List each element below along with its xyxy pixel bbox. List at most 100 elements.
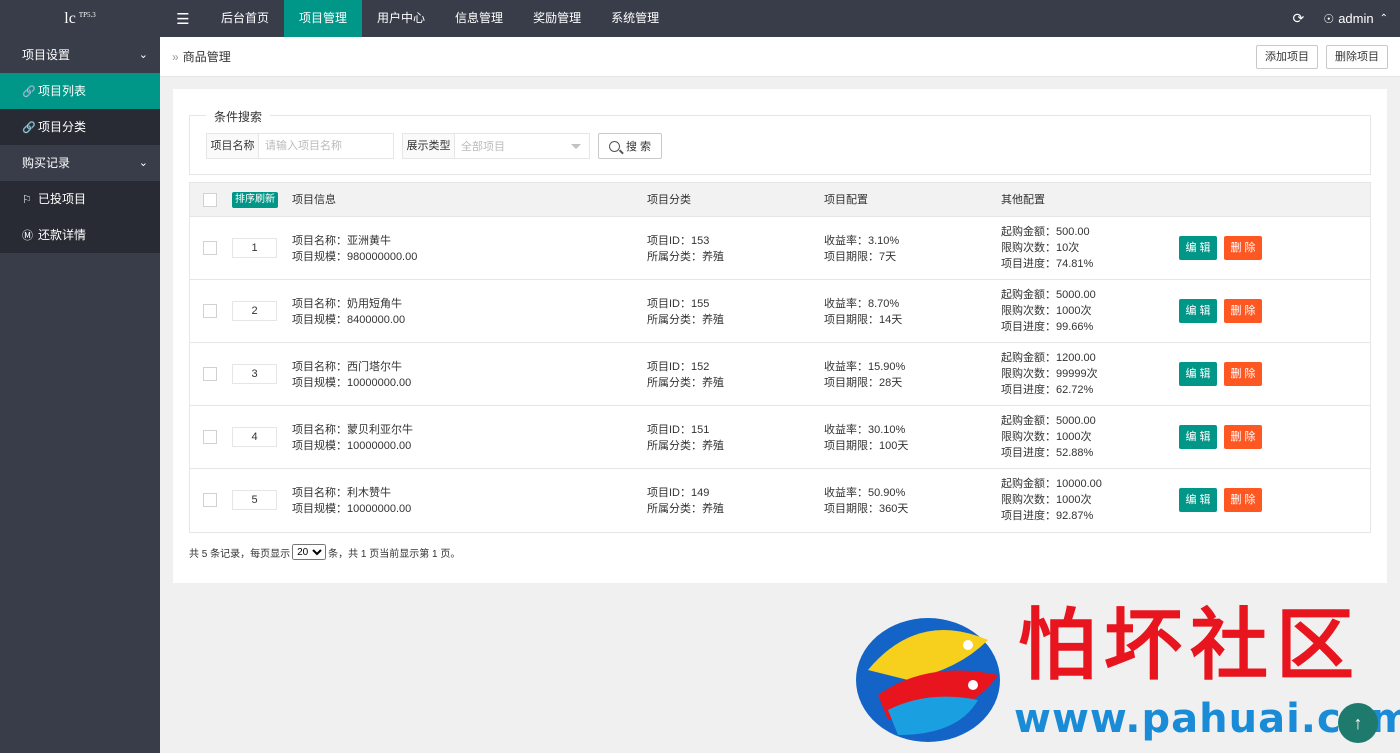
- sort-order-input[interactable]: [232, 301, 277, 321]
- edit-button[interactable]: 编 辑: [1179, 236, 1217, 260]
- logo[interactable]: lc TP5.3: [0, 0, 160, 37]
- row-checkbox[interactable]: [203, 493, 217, 507]
- nav-item-home[interactable]: 后台首页: [206, 0, 284, 37]
- project-name-input[interactable]: [259, 134, 393, 158]
- table-row: 项目名称：西门塔尔牛项目规模：10000000.00 项目ID：152 所属分类：养…: [190, 343, 1370, 406]
- double-chevron-right-icon: »: [172, 49, 179, 64]
- project-scale: 项目规模：980000000.00: [292, 251, 418, 263]
- nav-item-users[interactable]: 用户中心: [362, 0, 440, 37]
- header-other: 其他配置: [1001, 194, 1045, 206]
- floating-action-button[interactable]: ↑: [1338, 703, 1378, 743]
- project-config-cell: 收益率：8.70% 项目期限：14天: [824, 296, 902, 328]
- sort-order-input[interactable]: [232, 490, 277, 510]
- table-row: 项目名称：利木赞牛项目规模：10000000.00 项目ID：149 所属分类：养殖…: [190, 469, 1370, 532]
- menu-toggle-icon[interactable]: ☰: [160, 0, 206, 37]
- user-name: admin: [1338, 11, 1374, 26]
- sidebar-item-repayment-details[interactable]: Ⓜ 还款详情: [0, 217, 160, 253]
- table-row: 项目名称：亚洲黄牛项目规模：980000000.00 项目ID：153 所属分类：养…: [190, 217, 1370, 280]
- link-icon: 🔗: [22, 122, 36, 134]
- min-purchase: 起购金额：500.00: [1001, 226, 1090, 238]
- purchase-limit: 限购次数：99999次: [1001, 368, 1098, 380]
- project-period: 项目期限：14天: [824, 314, 903, 326]
- display-type-select[interactable]: 全部项目: [455, 134, 589, 158]
- row-checkbox[interactable]: [203, 241, 217, 255]
- delete-button[interactable]: 删 除: [1224, 362, 1262, 386]
- purchase-limit: 限购次数：1000次: [1001, 494, 1092, 506]
- header-config: 项目配置: [824, 194, 868, 206]
- return-rate: 收益率：15.90%: [824, 361, 906, 373]
- sort-refresh-button[interactable]: 排序刷新: [232, 192, 278, 208]
- chevron-up-icon: ⌃: [1379, 13, 1388, 24]
- table-header: 排序刷新 项目信息 项目分类 项目配置 其他配置: [190, 183, 1370, 217]
- search-row: 项目名称 展示类型 全部项目 搜 索: [206, 133, 663, 159]
- row-checkbox[interactable]: [203, 367, 217, 381]
- sidebar-item-project-category[interactable]: 🔗 项目分类: [0, 109, 160, 145]
- other-config-cell: 起购金额：5000.00 限购次数：1000次 项目进度：99.66%: [1001, 287, 1096, 335]
- flag-icon: ⚐: [22, 194, 32, 206]
- edit-button[interactable]: 编 辑: [1179, 488, 1217, 512]
- delete-project-button[interactable]: 删除项目: [1326, 44, 1388, 69]
- select-all-checkbox[interactable]: [203, 193, 217, 207]
- project-scale: 项目规模：10000000.00: [292, 503, 412, 515]
- row-checkbox[interactable]: [203, 430, 217, 444]
- purchase-limit: 限购次数：10次: [1001, 242, 1080, 254]
- delete-button[interactable]: 删 除: [1224, 299, 1262, 323]
- project-config-cell: 收益率：15.90% 项目期限：28天: [824, 359, 905, 391]
- return-rate: 收益率：8.70%: [824, 298, 900, 310]
- edit-button[interactable]: 编 辑: [1179, 425, 1217, 449]
- project-period: 项目期限：360天: [824, 503, 909, 515]
- chevron-down-icon: ⌄: [138, 157, 148, 169]
- user-menu[interactable]: ☉ admin ⌃: [1323, 11, 1400, 26]
- sidebar-group-project-settings[interactable]: 项目设置 ⌄: [0, 37, 160, 73]
- sidebar: 项目设置 ⌄ 🔗 项目列表 🔗 项目分类 购买记录 ⌄ ⚐ 已投项目 Ⓜ 还款详情: [0, 37, 160, 753]
- delete-button[interactable]: 删 除: [1224, 425, 1262, 449]
- purchase-limit: 限购次数：1000次: [1001, 431, 1092, 443]
- sort-order-input[interactable]: [232, 427, 277, 447]
- edit-button[interactable]: 编 辑: [1179, 362, 1217, 386]
- search-button[interactable]: 搜 索: [598, 133, 663, 159]
- delete-button[interactable]: 删 除: [1224, 236, 1262, 260]
- sort-order-input[interactable]: [232, 238, 277, 258]
- purchase-limit: 限购次数：1000次: [1001, 305, 1092, 317]
- project-config-cell: 收益率：30.10% 项目期限：100天: [824, 422, 908, 454]
- pager-prefix: 共 5 条记录，每页显示: [189, 548, 291, 560]
- pager-suffix: 条，共 1 页当前显示第 1 页。: [328, 548, 461, 560]
- project-name: 项目名称：蒙贝利亚尔牛: [292, 424, 413, 436]
- other-config-cell: 起购金额：5000.00 限购次数：1000次 项目进度：52.88%: [1001, 413, 1096, 461]
- delete-button[interactable]: 删 除: [1224, 488, 1262, 512]
- top-bar: lc TP5.3 ☰ 后台首页 项目管理 用户中心 信息管理 奖励管理 系统管理 …: [0, 0, 1400, 37]
- sidebar-group-label: 项目设置: [22, 48, 71, 62]
- project-name-field: 项目名称: [206, 133, 394, 159]
- edit-button[interactable]: 编 辑: [1179, 299, 1217, 323]
- sidebar-item-project-list[interactable]: 🔗 项目列表: [0, 73, 160, 109]
- row-checkbox[interactable]: [203, 304, 217, 318]
- project-info-cell: 项目名称：西门塔尔牛 项目规模：10000000.00: [292, 359, 411, 391]
- nav-item-projects[interactable]: 项目管理: [284, 0, 363, 37]
- project-progress: 项目进度：62.72%: [1001, 384, 1094, 396]
- header-info: 项目信息: [292, 194, 336, 206]
- project-scale: 项目规模：8400000.00: [292, 314, 406, 326]
- project-config-cell: 收益率：50.90% 项目期限：360天: [824, 485, 908, 517]
- page-size-select[interactable]: 20: [292, 544, 327, 560]
- project-name: 项目名称：利木赞牛: [292, 487, 391, 499]
- nav-item-info[interactable]: 信息管理: [440, 0, 518, 37]
- add-project-button[interactable]: 添加项目: [1256, 44, 1318, 69]
- min-purchase: 起购金额：5000.00: [1001, 415, 1096, 427]
- top-nav: 后台首页 项目管理 用户中心 信息管理 奖励管理 系统管理: [206, 0, 674, 37]
- header-buttons: 添加项目 删除项目: [1256, 44, 1388, 69]
- watermark: 怕坏社区 www.pahuai.com: [848, 600, 1400, 753]
- sidebar-group-purchase-records[interactable]: 购买记录 ⌄: [0, 145, 160, 181]
- sidebar-item-label: 项目列表: [38, 84, 87, 98]
- sidebar-item-invested-projects[interactable]: ⚐ 已投项目: [0, 181, 160, 217]
- project-category-cell: 项目ID：155 所属分类：养殖: [647, 296, 724, 328]
- nav-item-rewards[interactable]: 奖励管理: [518, 0, 596, 37]
- nav-item-system[interactable]: 系统管理: [596, 0, 674, 37]
- refresh-icon[interactable]: ⟳: [1283, 10, 1313, 27]
- project-name: 项目名称：西门塔尔牛: [292, 361, 402, 373]
- fish-logo-icon: [856, 618, 1000, 742]
- sort-order-input[interactable]: [232, 364, 277, 384]
- sidebar-item-label: 还款详情: [38, 228, 87, 242]
- search-legend: 条件搜索: [206, 108, 271, 125]
- link-icon: 🔗: [22, 86, 36, 98]
- project-info-cell: 项目名称：奶用短角牛 项目规模：8400000.00: [292, 296, 405, 328]
